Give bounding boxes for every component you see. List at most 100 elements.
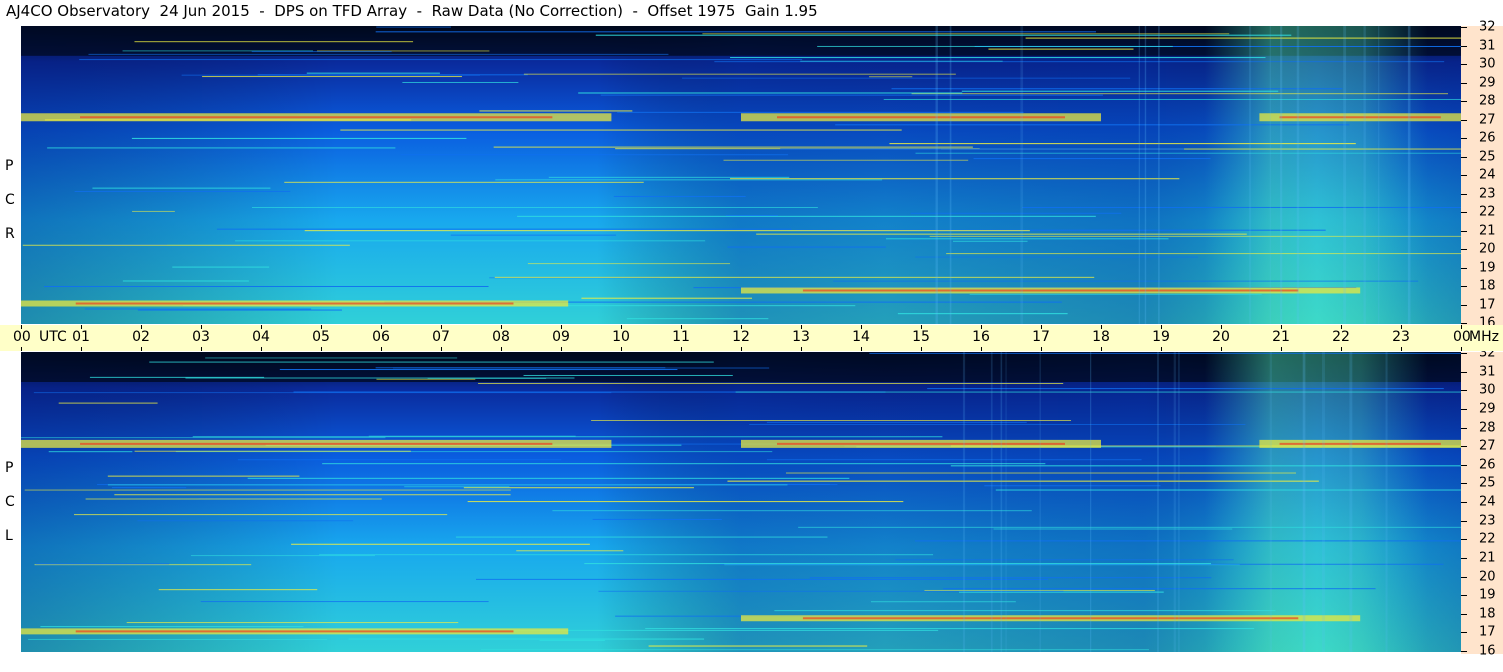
rfi-line	[595, 34, 1292, 36]
rfi-line	[279, 369, 678, 371]
rfi-line	[870, 601, 1016, 603]
y-tick	[1461, 175, 1467, 176]
rfi-line	[943, 588, 1376, 590]
x-tick	[261, 347, 262, 351]
vertical-streak	[1296, 26, 1300, 324]
x-tick-label: 23	[1392, 329, 1410, 345]
rfi-line	[455, 536, 828, 538]
rfi-line	[22, 244, 350, 246]
rfi-line	[598, 590, 1064, 592]
y-tick-label: 20	[1479, 569, 1496, 585]
x-tick	[1401, 347, 1402, 351]
x-tick-label: 16	[972, 329, 990, 345]
rfi-line	[727, 246, 886, 248]
y-tick-label: 17	[1479, 624, 1496, 640]
vertical-streak	[935, 26, 938, 324]
rfi-line	[47, 147, 396, 149]
rfi-line	[869, 352, 1461, 354]
rfi-line	[251, 51, 392, 53]
x-tick-label: 21	[1272, 329, 1290, 345]
rfi-line	[149, 361, 714, 363]
rfi-line	[785, 472, 1296, 474]
x-tick-label: 11	[672, 329, 690, 345]
rfi-line	[946, 253, 1461, 255]
rfi-line	[600, 94, 1103, 96]
rfi-line	[111, 487, 187, 489]
x-tick	[801, 347, 802, 351]
x-tick	[1161, 347, 1162, 351]
rfi-line	[375, 31, 1096, 33]
y-tick	[1461, 502, 1467, 503]
y-tick	[1461, 595, 1467, 596]
y-tick	[1461, 446, 1467, 447]
emission-band-core	[777, 442, 1065, 445]
y-tick	[1461, 483, 1467, 484]
side-label-bottom-3: L	[5, 528, 13, 544]
x-tick	[1221, 347, 1222, 351]
side-label-top-3: R	[5, 226, 15, 242]
rfi-line	[476, 578, 1048, 580]
rfi-line	[889, 143, 1356, 145]
rfi-line	[404, 486, 510, 488]
spectrogram-plot	[21, 352, 1461, 652]
rfi-line	[85, 498, 382, 500]
y-tick-label: 32	[1479, 19, 1496, 35]
rfi-line	[74, 514, 448, 516]
x-tick-label: 15	[912, 329, 930, 345]
x-tick	[561, 347, 562, 351]
x-tick-label: 19	[1152, 329, 1170, 345]
rfi-line	[914, 540, 1461, 542]
rfi-line	[291, 543, 590, 545]
rfi-line	[158, 589, 318, 591]
rfi-line	[376, 26, 452, 28]
rfi-line	[126, 622, 459, 624]
rfi-line	[44, 285, 489, 287]
vertical-streak	[1321, 352, 1325, 652]
rfi-line	[723, 159, 969, 161]
y-tick	[1461, 83, 1467, 84]
rfi-line	[774, 610, 1276, 612]
rfi-line	[131, 137, 467, 139]
rfi-line	[517, 215, 1096, 217]
emission-band-core	[75, 302, 514, 305]
rfi-line	[617, 111, 1024, 113]
y-tick-label: 26	[1479, 457, 1496, 473]
rfi-line	[494, 276, 1095, 278]
rfi-line	[766, 421, 1027, 423]
x-tick-label: 00	[13, 329, 31, 345]
rfi-line	[463, 487, 694, 489]
vertical-streak	[1343, 26, 1347, 324]
x-tick	[981, 347, 982, 351]
rfi-line	[306, 72, 440, 74]
y-tick-label: 27	[1479, 438, 1496, 454]
rfi-line	[35, 563, 170, 565]
rfi-line	[885, 238, 1169, 240]
y-tick	[1461, 249, 1467, 250]
rfi-line	[134, 41, 414, 43]
rfi-line	[185, 377, 575, 379]
rfi-line	[578, 92, 963, 94]
rfi-line	[895, 559, 1234, 561]
vertical-streak	[1157, 352, 1159, 652]
x-tick-label: 17	[1032, 329, 1050, 345]
y-tick	[1461, 521, 1467, 522]
rfi-line	[172, 266, 270, 268]
rfi-line	[766, 459, 1142, 461]
rfi-line	[28, 638, 328, 640]
spectrogram-rcp	[21, 26, 1461, 324]
y-tick-label: 17	[1479, 297, 1496, 313]
y-tick	[1461, 64, 1467, 65]
utc-time-axis: 00 01 02 03 04 05 06 07 08 09 10 11 12 13 14 15 16 17 18 19…	[0, 325, 1503, 351]
rfi-line	[835, 124, 1350, 126]
rfi-line	[626, 318, 769, 320]
y-tick	[1461, 353, 1467, 354]
vertical-streak	[1005, 352, 1007, 652]
y-tick	[1461, 390, 1467, 391]
vertical-streak	[1385, 352, 1388, 652]
y-tick-label: 29	[1479, 75, 1496, 91]
x-tick	[81, 347, 82, 351]
rfi-line	[107, 484, 788, 486]
rfi-line	[48, 451, 133, 453]
y-tick-label: 21	[1479, 223, 1496, 239]
rfi-line	[995, 489, 1461, 491]
